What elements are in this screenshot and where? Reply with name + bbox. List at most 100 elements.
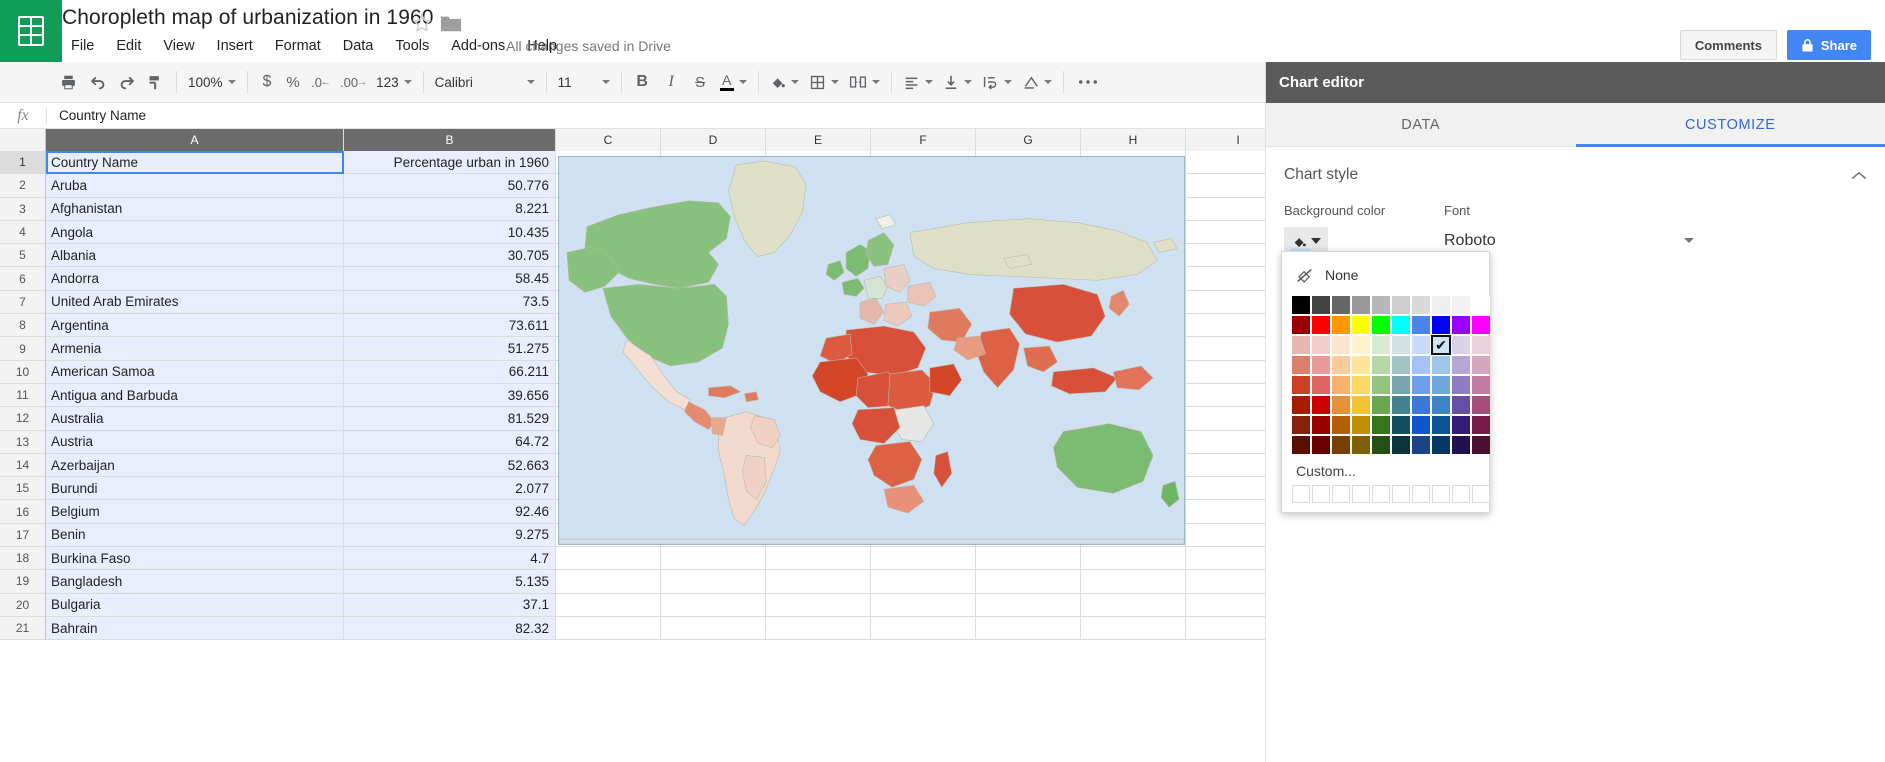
cell-B6[interactable]: 58.45 xyxy=(344,267,556,291)
color-swatch[interactable] xyxy=(1392,316,1410,334)
color-swatch[interactable] xyxy=(1292,416,1310,434)
cell-A2[interactable]: Aruba xyxy=(46,174,344,198)
cell-B8[interactable]: 73.611 xyxy=(344,314,556,338)
color-swatch[interactable] xyxy=(1332,436,1350,454)
zoom-select[interactable]: 100% xyxy=(183,68,241,97)
cell-F19[interactable] xyxy=(871,570,976,594)
menu-addons[interactable]: Add-ons xyxy=(440,35,516,57)
cell-A10[interactable]: American Samoa xyxy=(46,360,344,384)
color-swatch[interactable] xyxy=(1352,416,1370,434)
menu-format[interactable]: Format xyxy=(264,35,332,57)
cell-D19[interactable] xyxy=(661,570,766,594)
cell-B11[interactable]: 39.656 xyxy=(344,383,556,408)
color-swatch[interactable] xyxy=(1412,316,1430,334)
color-swatch[interactable] xyxy=(1352,296,1370,314)
cell-D20[interactable] xyxy=(661,593,766,617)
column-header-d[interactable]: D xyxy=(661,129,766,151)
row-header[interactable]: 13 xyxy=(0,430,46,454)
cell-B7[interactable]: 73.5 xyxy=(344,290,556,315)
cell-A9[interactable]: Armenia xyxy=(46,337,344,361)
column-header-a[interactable]: A xyxy=(46,129,344,151)
color-swatch[interactable] xyxy=(1452,336,1470,354)
color-swatch[interactable] xyxy=(1372,376,1390,394)
cell-A8[interactable]: Argentina xyxy=(46,314,344,338)
recent-color-swatch[interactable] xyxy=(1392,485,1410,503)
color-swatch[interactable] xyxy=(1332,316,1350,334)
cell-A18[interactable]: Burkina Faso xyxy=(46,547,344,571)
cell-A4[interactable]: Angola xyxy=(46,220,344,245)
cell-A1[interactable]: Country Name xyxy=(46,151,344,175)
cell-A6[interactable]: Andorra xyxy=(46,267,344,291)
cell-H19[interactable] xyxy=(1081,570,1186,594)
cell-G21[interactable] xyxy=(976,616,1081,641)
bold-button[interactable]: B xyxy=(628,68,657,97)
cell-A13[interactable]: Austria xyxy=(46,430,344,454)
cell-B18[interactable]: 4.7 xyxy=(344,547,556,571)
color-swatch[interactable] xyxy=(1452,396,1470,414)
row-header[interactable]: 6 xyxy=(0,267,46,291)
color-swatch[interactable] xyxy=(1372,396,1390,414)
color-swatch[interactable] xyxy=(1292,356,1310,374)
color-swatch[interactable] xyxy=(1372,416,1390,434)
document-title[interactable]: Choropleth map of urbanization in 1960 xyxy=(62,6,434,30)
color-swatch[interactable] xyxy=(1332,416,1350,434)
share-button[interactable]: Share xyxy=(1786,30,1871,60)
cell-C20[interactable] xyxy=(556,593,661,617)
cell-B2[interactable]: 50.776 xyxy=(344,174,556,198)
merge-cells-select[interactable] xyxy=(844,68,885,97)
row-header[interactable]: 1 xyxy=(0,151,46,175)
menu-tools[interactable]: Tools xyxy=(384,35,440,57)
color-swatch[interactable] xyxy=(1312,416,1330,434)
cell-F21[interactable] xyxy=(871,616,976,641)
color-swatch[interactable] xyxy=(1432,296,1450,314)
cell-B4[interactable]: 10.435 xyxy=(344,220,556,245)
fill-color-select[interactable] xyxy=(765,68,804,97)
color-swatch[interactable] xyxy=(1332,396,1350,414)
color-swatch[interactable] xyxy=(1352,376,1370,394)
color-swatch[interactable] xyxy=(1352,336,1370,354)
borders-select[interactable] xyxy=(804,68,844,97)
row-header[interactable]: 21 xyxy=(0,616,46,641)
color-swatch[interactable] xyxy=(1392,336,1410,354)
cell-A15[interactable]: Burundi xyxy=(46,477,344,501)
color-swatch[interactable] xyxy=(1472,416,1490,434)
color-swatch[interactable] xyxy=(1312,336,1330,354)
color-swatch[interactable] xyxy=(1472,296,1490,314)
chart-style-section-header[interactable]: Chart style xyxy=(1284,147,1867,203)
color-swatch[interactable] xyxy=(1412,336,1430,354)
color-swatch[interactable] xyxy=(1472,376,1490,394)
row-header[interactable]: 4 xyxy=(0,220,46,245)
cell-E21[interactable] xyxy=(766,616,871,641)
color-swatch[interactable] xyxy=(1432,416,1450,434)
recent-color-swatch[interactable] xyxy=(1372,485,1390,503)
comments-button[interactable]: Comments xyxy=(1679,30,1777,60)
color-swatch[interactable] xyxy=(1392,436,1410,454)
cell-G20[interactable] xyxy=(976,593,1081,617)
chevron-up-icon[interactable] xyxy=(1851,167,1867,184)
color-swatch[interactable] xyxy=(1392,376,1410,394)
color-swatch[interactable] xyxy=(1312,376,1330,394)
cell-B21[interactable]: 82.32 xyxy=(344,616,556,641)
menu-data[interactable]: Data xyxy=(332,35,385,57)
cell-B10[interactable]: 66.211 xyxy=(344,360,556,384)
color-swatch[interactable] xyxy=(1472,316,1490,334)
color-swatch[interactable] xyxy=(1392,356,1410,374)
cell-A16[interactable]: Belgium xyxy=(46,500,344,524)
column-header-g[interactable]: G xyxy=(976,129,1081,151)
color-swatch[interactable] xyxy=(1412,376,1430,394)
color-swatch[interactable] xyxy=(1292,396,1310,414)
color-swatch[interactable] xyxy=(1332,296,1350,314)
column-header-f[interactable]: F xyxy=(871,129,976,151)
color-swatch[interactable] xyxy=(1352,396,1370,414)
choropleth-chart[interactable] xyxy=(558,156,1185,545)
cell-H20[interactable] xyxy=(1081,593,1186,617)
row-header[interactable]: 18 xyxy=(0,547,46,571)
cell-A12[interactable]: Australia xyxy=(46,407,344,431)
custom-color-option[interactable]: Custom... xyxy=(1292,454,1479,485)
recent-color-swatch[interactable] xyxy=(1412,485,1430,503)
row-header[interactable]: 8 xyxy=(0,314,46,338)
color-swatch[interactable] xyxy=(1392,396,1410,414)
row-header[interactable]: 9 xyxy=(0,337,46,361)
color-swatch[interactable] xyxy=(1332,356,1350,374)
cell-F20[interactable] xyxy=(871,593,976,617)
